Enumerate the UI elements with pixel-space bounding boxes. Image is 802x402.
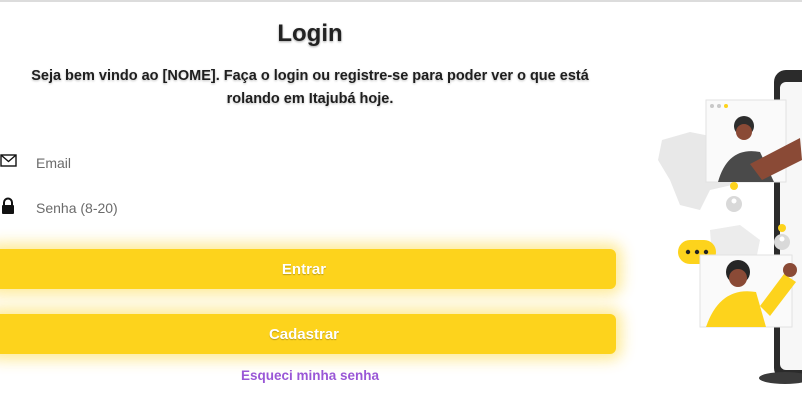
- password-input[interactable]: [36, 197, 536, 219]
- lock-icon: [0, 197, 18, 215]
- register-button[interactable]: Cadastrar: [0, 314, 616, 354]
- top-border: [0, 0, 802, 2]
- page-title: Login: [277, 20, 343, 47]
- welcome-text: Seja bem vindo ao [NOME]. Faça o login o…: [20, 65, 600, 111]
- forgot-password-link[interactable]: Esqueci minha senha: [0, 368, 620, 383]
- email-input[interactable]: [36, 152, 536, 174]
- envelope-icon: [0, 152, 18, 170]
- people-illustration: [650, 60, 802, 390]
- email-field-row: [0, 150, 620, 180]
- password-field-row: [0, 195, 620, 225]
- illustration-art: [658, 70, 802, 384]
- login-button[interactable]: Entrar: [0, 249, 616, 289]
- welcome-text-line-2: rolando em Itajubá hoje.: [226, 91, 394, 107]
- welcome-text-line-1: Seja bem vindo ao [NOME]. Faça o login o…: [31, 68, 589, 84]
